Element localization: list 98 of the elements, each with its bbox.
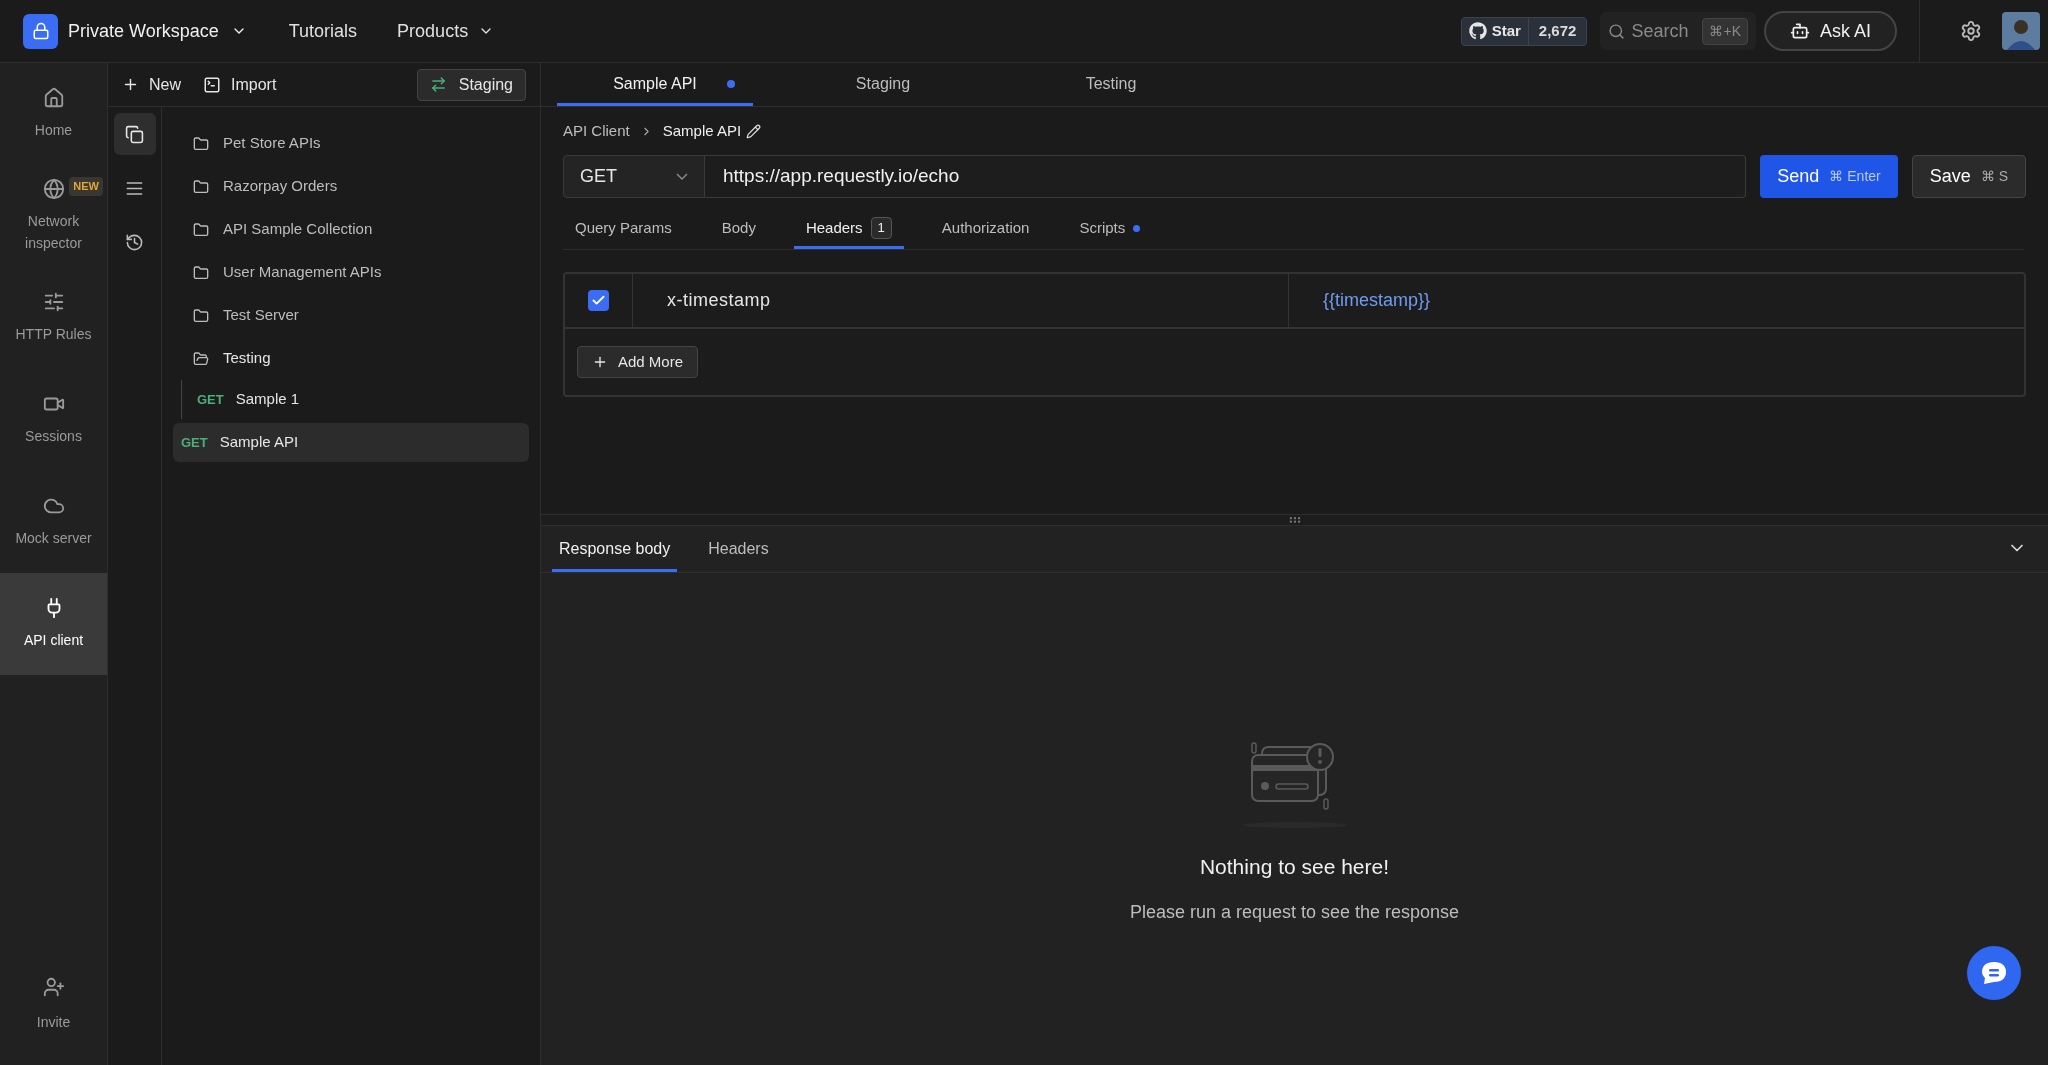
ask-ai-button[interactable]: Ask AI: [1763, 11, 1897, 51]
workspace-lock-icon: [23, 13, 58, 49]
workspace-selector[interactable]: Private Workspace: [68, 17, 247, 45]
request-section-tab[interactable]: Query Params: [563, 210, 684, 249]
shortcut-badge: ⌘+K: [1702, 17, 1748, 45]
request-section-tab[interactable]: Body: [709, 210, 768, 249]
tab-label: Body: [721, 217, 756, 238]
collections-tab[interactable]: [113, 113, 156, 155]
method-select[interactable]: GET: [563, 155, 705, 198]
star-label: Star: [1491, 20, 1521, 41]
header-value[interactable]: {{timestamp}}: [1323, 287, 1431, 314]
folder-label: Testing: [223, 348, 271, 369]
request-item[interactable]: GET Sample API: [173, 423, 529, 462]
request-section-tab[interactable]: Scripts: [1067, 210, 1153, 249]
pencil-icon[interactable]: [746, 123, 762, 139]
breadcrumb-item: Sample API: [662, 120, 742, 141]
folder-item[interactable]: Razorpay Orders: [173, 165, 529, 208]
folder-item[interactable]: Pet Store APIs: [173, 122, 529, 165]
request-label: Sample API: [219, 432, 299, 453]
breadcrumb-item[interactable]: API Client: [563, 119, 630, 143]
plus-icon: [122, 76, 139, 93]
nav-link[interactable]: Products: [397, 17, 495, 45]
folder-icon: [193, 178, 209, 195]
url-field[interactable]: https://app.requestly.io/echo: [705, 155, 1747, 198]
request-section-tab[interactable]: Authorization: [929, 210, 1042, 249]
new-button[interactable]: New: [122, 72, 181, 97]
nav-label: HTTP Rules: [14, 325, 93, 344]
nav-label: Network inspector: [24, 212, 83, 253]
nav-label: Sessions: [24, 427, 83, 446]
response-tab[interactable]: Response body: [552, 528, 678, 572]
count-badge: 1: [870, 217, 892, 239]
request-tab[interactable]: Sample API: [557, 64, 753, 106]
user-plus-icon: [42, 975, 65, 998]
empty-state-title: Nothing to see here!: [1199, 854, 1390, 880]
request-tab[interactable]: Staging: [785, 64, 981, 106]
nav-item[interactable]: HTTP Rules: [0, 267, 107, 369]
home-icon: [42, 87, 65, 109]
folder-item[interactable]: Testing: [173, 337, 529, 380]
tab-label: Authorization: [941, 217, 1030, 238]
response-tab[interactable]: Headers: [701, 528, 776, 572]
github-star-button[interactable]: Star 2,672: [1460, 16, 1588, 46]
folder-icon: [193, 307, 209, 324]
settings-icon[interactable]: [1960, 20, 1982, 42]
search-field[interactable]: Search ⌘+K: [1600, 12, 1756, 50]
tab-label: Query Params: [575, 217, 672, 238]
save-button[interactable]: Save ⌘ S: [1911, 155, 2026, 198]
github-icon: [1468, 22, 1487, 40]
method-label: GET: [197, 390, 224, 409]
folder-item[interactable]: User Management APIs: [173, 251, 529, 294]
request-section-tab[interactable]: Headers 1: [793, 210, 904, 249]
folder-icon: [193, 221, 209, 238]
search-placeholder: Search: [1631, 19, 1689, 43]
nav-item[interactable]: Mock server: [0, 471, 107, 573]
terminal-icon: [203, 75, 221, 94]
environment-button[interactable]: Staging: [416, 68, 526, 101]
folder-label: API Sample Collection: [223, 219, 373, 240]
chat-button[interactable]: [1967, 946, 2021, 1000]
send-button[interactable]: Send ⌘ Enter: [1760, 155, 1898, 198]
nav-item[interactable]: NEW Network inspector: [0, 165, 107, 267]
history-icon: [125, 232, 144, 252]
folder-label: Razorpay Orders: [223, 176, 338, 197]
header-key[interactable]: x-timestamp: [667, 287, 771, 314]
folder-icon: [193, 264, 209, 281]
star-count: 2,672: [1537, 20, 1578, 41]
folder-icon: [193, 135, 209, 152]
nav-label: API client: [22, 631, 85, 650]
chat-bubble-icon: [1980, 960, 2008, 986]
folder-item[interactable]: Test Server: [173, 294, 529, 337]
nav-item[interactable]: Sessions: [0, 369, 107, 471]
check-icon: [591, 293, 606, 308]
nav-label: Mock server: [14, 529, 93, 548]
request-label: Sample 1: [235, 389, 300, 410]
nav-item[interactable]: API client: [0, 573, 107, 675]
plus-icon: [592, 354, 608, 370]
invite-item[interactable]: Invite: [0, 953, 107, 1055]
folder-label: Pet Store APIs: [223, 133, 321, 154]
nav-link[interactable]: Tutorials: [288, 17, 358, 45]
new-badge: NEW: [69, 177, 103, 196]
empty-state-message: Please run a request to see the response: [1129, 900, 1460, 924]
chevron-down-icon: [676, 173, 688, 180]
swap-arrows-icon: [429, 76, 447, 93]
request-tab[interactable]: Testing: [1013, 64, 1209, 106]
folder-icon: [193, 350, 209, 367]
method-label: GET: [181, 433, 208, 452]
add-more-button[interactable]: Add More: [577, 346, 699, 378]
nav-label: Home: [33, 121, 74, 140]
folder-label: User Management APIs: [223, 262, 382, 283]
folder-item[interactable]: API Sample Collection: [173, 208, 529, 251]
request-item[interactable]: GET Sample 1: [182, 380, 529, 419]
robot-icon: [1789, 21, 1810, 41]
tab-label: Scripts: [1079, 217, 1126, 238]
tab-label: Headers: [805, 217, 863, 238]
nav-item[interactable]: Home: [0, 63, 107, 165]
search-icon: [1608, 22, 1626, 40]
checkbox[interactable]: [588, 290, 609, 311]
folder-label: Test Server: [223, 305, 299, 326]
import-button[interactable]: Import: [203, 72, 277, 97]
avatar[interactable]: [2002, 12, 2040, 50]
